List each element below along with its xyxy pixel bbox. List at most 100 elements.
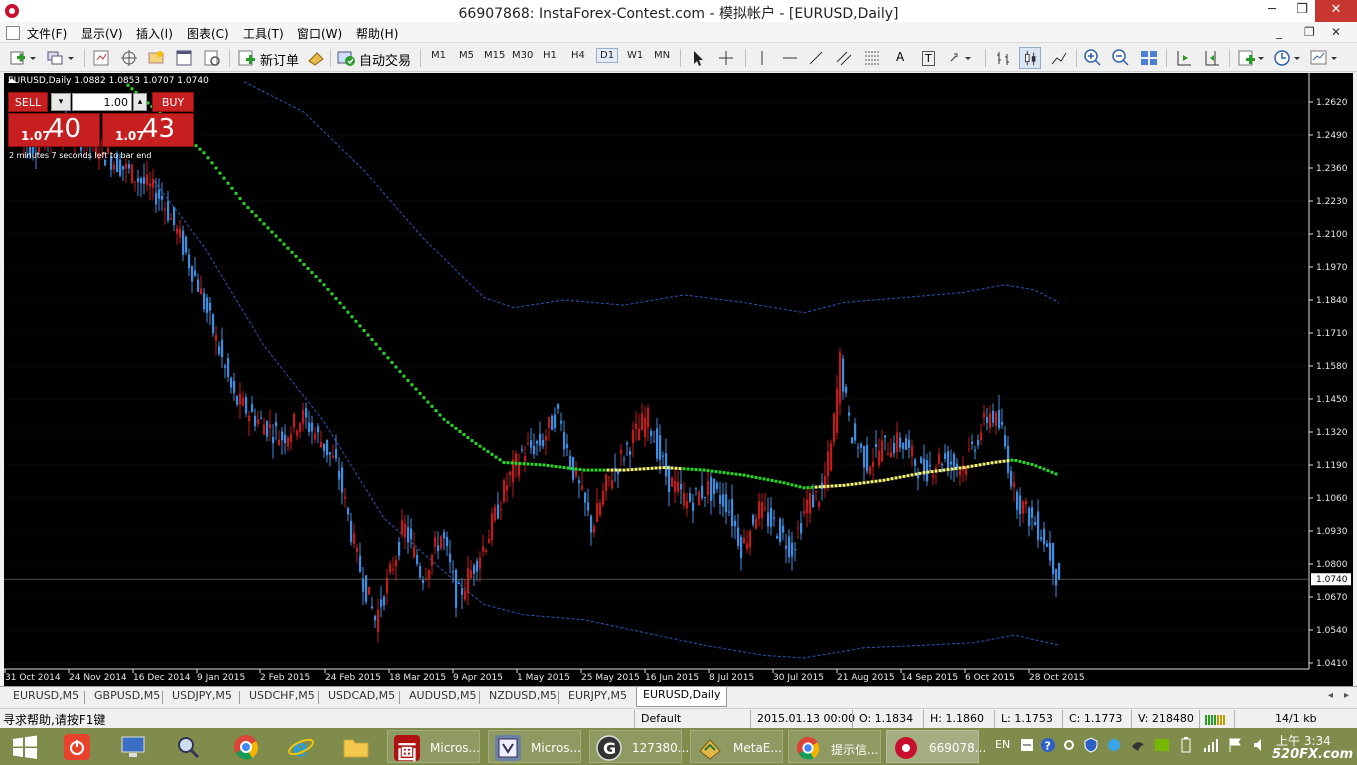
sell-button[interactable]: SELL — [8, 92, 48, 112]
menu-insert[interactable]: 插入(I) — [136, 25, 173, 42]
taskbar-power-app[interactable] — [60, 730, 96, 763]
tray-settings-icon[interactable] — [1062, 738, 1076, 752]
indicators-icon[interactable] — [1236, 47, 1266, 69]
tray-battery-icon[interactable] — [1180, 737, 1192, 753]
maximize-button[interactable]: ❐ — [1287, 0, 1317, 22]
timeframe-m15[interactable]: M15 — [484, 50, 505, 61]
menu-tools[interactable]: 工具(T) — [243, 25, 284, 42]
vertical-line-icon[interactable] — [752, 47, 772, 69]
tray-chat-icon[interactable] — [1106, 738, 1122, 752]
taskbar-metaeditor-app[interactable]: MetaE... — [690, 730, 783, 763]
minimize-button[interactable]: ─ — [1257, 0, 1287, 22]
tray-volume-icon[interactable] — [1252, 737, 1268, 753]
zoom-in-icon[interactable] — [1082, 47, 1104, 69]
taskbar-metatrader-app[interactable]: 669078... — [886, 730, 986, 763]
tray-language[interactable]: EN — [995, 738, 1010, 751]
mdi-restore-button[interactable]: ❐ — [1304, 25, 1315, 39]
taskbar-chrome-window[interactable]: 提示信... — [788, 730, 881, 763]
tab-eurusd-m5[interactable]: EURUSD,M5 — [13, 689, 79, 702]
tab-audusd-m5[interactable]: AUDUSD,M5 — [409, 689, 477, 702]
mdi-minimize-button[interactable]: _ — [1276, 25, 1282, 39]
arrows-icon[interactable] — [947, 47, 975, 69]
favorites-icon[interactable] — [145, 47, 167, 69]
taskbar-word-app-1[interactable]: 画 Micros... — [387, 730, 480, 764]
expert-advisors-icon[interactable] — [305, 47, 327, 69]
tray-help-icon[interactable]: ? — [1040, 737, 1056, 753]
new-order-icon[interactable] — [236, 47, 258, 69]
mdi-close-button[interactable]: ✕ — [1331, 25, 1341, 39]
auto-trading-button[interactable]: 自动交易 — [359, 50, 411, 69]
lot-size-input[interactable] — [72, 93, 132, 111]
market-watch-icon[interactable] — [90, 47, 112, 69]
tab-eurusd-daily[interactable]: EURUSD,Daily — [636, 687, 728, 707]
navigator-icon[interactable] — [118, 47, 140, 69]
terminal-icon[interactable] — [173, 47, 195, 69]
tray-flag-icon[interactable] — [1228, 737, 1242, 753]
timeframe-w1[interactable]: W1 — [627, 50, 643, 61]
lot-decrease-button[interactable]: ▾ — [51, 93, 71, 111]
tabs-scroll-right-icon[interactable]: ▸ — [1344, 690, 1349, 701]
timeframe-m1[interactable]: M1 — [431, 50, 446, 61]
new-chart-icon[interactable] — [8, 47, 38, 69]
auto-scroll-icon[interactable] — [1201, 47, 1223, 69]
tab-usdjpy-m5[interactable]: USDJPY,M5 — [172, 689, 232, 702]
profiles-icon[interactable] — [44, 47, 76, 69]
taskbar-computer-app[interactable] — [115, 730, 151, 763]
text-label-button[interactable]: T — [922, 51, 935, 66]
tab-eurjpy-m5[interactable]: EURJPY,M5 — [568, 689, 627, 702]
periods-clock-icon[interactable] — [1272, 47, 1302, 69]
tab-usdchf-m5[interactable]: USDCHF,M5 — [249, 689, 315, 702]
tile-windows-icon[interactable] — [1138, 47, 1160, 69]
strategy-tester-icon[interactable] — [201, 47, 223, 69]
tray-security-icon[interactable] — [1084, 737, 1098, 753]
tray-nvidia-icon[interactable] — [1154, 738, 1170, 752]
taskbar-ie-app[interactable]: e — [283, 730, 319, 763]
horizontal-line-icon[interactable] — [780, 47, 800, 69]
equidistant-channel-icon[interactable] — [834, 47, 854, 69]
timeframe-m30[interactable]: M30 — [512, 50, 533, 61]
buy-price-box[interactable]: 1.07 43 — [102, 113, 194, 147]
timeframe-mn[interactable]: MN — [654, 50, 670, 61]
taskbar-search-app[interactable] — [170, 730, 206, 763]
templates-icon[interactable] — [1308, 47, 1340, 69]
timeframe-d1[interactable]: D1 — [596, 48, 619, 63]
price-chart[interactable]: 1.2620 1.2490 1.2360 1.2230 1.2100 1.1970 1.18… — [4, 73, 1353, 686]
menu-help[interactable]: 帮助(H) — [356, 25, 398, 42]
cursor-icon[interactable] — [688, 47, 708, 69]
fibonacci-icon[interactable] — [862, 47, 882, 69]
line-chart-icon[interactable] — [1048, 47, 1070, 69]
lot-increase-button[interactable]: ▴ — [133, 93, 147, 111]
tray-bird-icon[interactable] — [1130, 737, 1146, 753]
timeframe-m5[interactable]: M5 — [459, 50, 474, 61]
text-tool-button[interactable]: A — [896, 50, 904, 64]
menu-charts[interactable]: 图表(C) — [187, 25, 229, 42]
new-order-button[interactable]: 新订单 — [260, 50, 299, 69]
menu-window[interactable]: 窗口(W) — [297, 25, 342, 42]
taskbar-word-app-2[interactable]: Micros... — [488, 730, 581, 763]
chart-canvas[interactable]: 1.2620 1.2490 1.2360 1.2230 1.2100 1.1970 1.18… — [4, 73, 1353, 686]
buy-button[interactable]: BUY — [152, 92, 194, 112]
tray-input-method-icon[interactable] — [1020, 738, 1034, 752]
taskbar-chrome-app[interactable] — [228, 730, 264, 763]
bar-chart-icon[interactable] — [992, 47, 1014, 69]
trendline-icon[interactable] — [806, 47, 826, 69]
timeframe-h4[interactable]: H4 — [571, 50, 585, 61]
auto-trading-icon[interactable] — [335, 47, 357, 69]
sell-price-box[interactable]: 1.07 40 — [8, 113, 100, 147]
timeframe-h1[interactable]: H1 — [543, 50, 557, 61]
close-button[interactable]: ✕ — [1315, 0, 1357, 22]
menu-file[interactable]: 文件(F) — [27, 25, 67, 42]
tab-nzdusd-m5[interactable]: NZDUSD,M5 — [489, 689, 557, 702]
tab-usdcad-m5[interactable]: USDCAD,M5 — [328, 689, 395, 702]
taskbar-explorer-app[interactable] — [338, 730, 374, 763]
chart-collapse-arrow-icon[interactable] — [8, 78, 16, 83]
start-windows-icon[interactable] — [10, 730, 40, 763]
chart-shift-icon[interactable] — [1173, 47, 1195, 69]
zoom-out-icon[interactable] — [1110, 47, 1132, 69]
tabs-scroll-left-icon[interactable]: ◂ — [1328, 690, 1333, 701]
crosshair-icon[interactable] — [716, 47, 736, 69]
chart-window-icon[interactable] — [6, 26, 20, 40]
tray-signal-icon[interactable] — [1203, 737, 1219, 753]
candlestick-icon[interactable] — [1019, 47, 1041, 69]
taskbar-app-3[interactable]: G 127380... — [589, 730, 689, 763]
